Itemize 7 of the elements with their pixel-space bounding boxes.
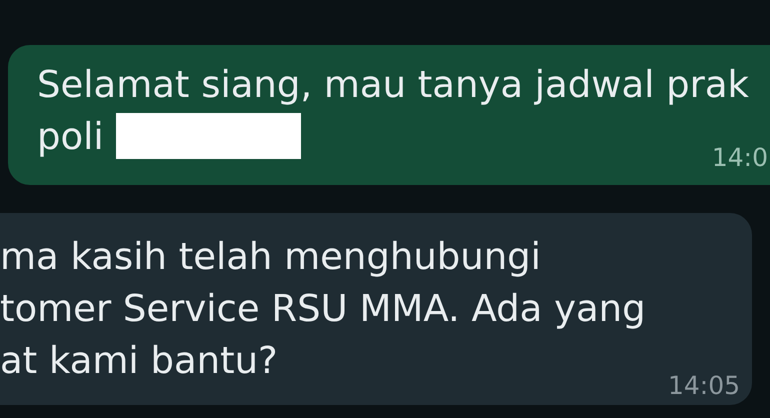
message-text: at kami bantu? [0, 338, 278, 384]
message-text: ma kasih telah menghubungi [0, 234, 541, 280]
message-text: Selamat siang, mau tanya jadwal prak [37, 62, 749, 108]
message-time: 14:05 [668, 371, 740, 401]
message-time: 14:0 [712, 143, 768, 173]
message-text: tomer Service RSU MMA. Ada yang [0, 286, 646, 332]
message-text: poli [37, 114, 104, 160]
